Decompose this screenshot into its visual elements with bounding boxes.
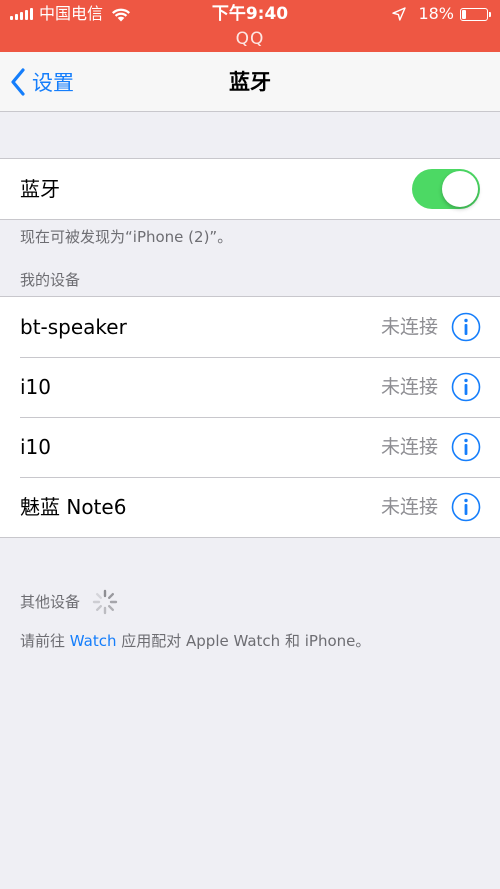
page-title: 蓝牙 — [229, 70, 271, 94]
device-row[interactable]: i10 未连接 — [0, 357, 500, 417]
device-row[interactable]: i10 未连接 — [0, 417, 500, 477]
bluetooth-toggle[interactable] — [412, 169, 480, 209]
info-button[interactable] — [451, 492, 481, 522]
bluetooth-toggle-row: 蓝牙 — [0, 159, 500, 219]
status-area: 中国电信 下午9:40 18% QQ — [0, 0, 500, 52]
app-return-banner[interactable]: QQ — [0, 28, 500, 50]
my-devices-header: 我的设备 — [20, 271, 81, 289]
info-button[interactable] — [451, 312, 481, 342]
battery-percent: 18% — [418, 4, 454, 23]
loading-spinner-icon — [92, 589, 118, 615]
apple-watch-note: 请前往 Watch 应用配对 Apple Watch 和 iPhone。 — [20, 631, 370, 651]
device-name: bt-speaker — [20, 315, 127, 339]
device-status: 未连接 — [380, 316, 438, 338]
battery-icon — [460, 7, 491, 21]
discoverable-note: 现在可被发现为“iPhone (2)”。 — [20, 228, 233, 246]
device-status: 未连接 — [380, 436, 438, 458]
navigation-bar: 设置 蓝牙 — [0, 52, 500, 112]
device-name: i10 — [20, 375, 52, 399]
device-row[interactable]: 魅蓝 Note6 未连接 — [0, 477, 500, 537]
bluetooth-label: 蓝牙 — [20, 177, 60, 201]
watch-note-prefix: 请前往 — [20, 632, 70, 650]
other-devices-header: 其他设备 — [20, 593, 81, 611]
other-devices-header-row: 其他设备 — [20, 589, 118, 615]
location-arrow-icon — [392, 7, 407, 21]
device-name: 魅蓝 Note6 — [20, 495, 127, 519]
device-status: 未连接 — [380, 496, 438, 518]
device-status: 未连接 — [380, 376, 438, 398]
device-row[interactable]: bt-speaker 未连接 — [0, 297, 500, 357]
info-button[interactable] — [451, 372, 481, 402]
device-name: i10 — [20, 435, 52, 459]
info-icon — [451, 372, 481, 402]
bluetooth-toggle-group: 蓝牙 — [0, 158, 500, 220]
watch-note-suffix: 应用配对 Apple Watch 和 iPhone。 — [116, 632, 371, 650]
battery-level — [462, 9, 466, 19]
status-right: 18% — [392, 4, 491, 23]
info-button[interactable] — [451, 432, 481, 462]
my-devices-list: bt-speaker 未连接 i10 未连接 i10 未连接 魅蓝 Note6 … — [0, 296, 500, 538]
status-bar: 中国电信 下午9:40 18% — [0, 0, 500, 26]
watch-app-link[interactable]: Watch — [70, 632, 117, 650]
info-icon — [451, 312, 481, 342]
info-icon — [451, 432, 481, 462]
toggle-knob — [442, 171, 478, 207]
info-icon — [451, 492, 481, 522]
